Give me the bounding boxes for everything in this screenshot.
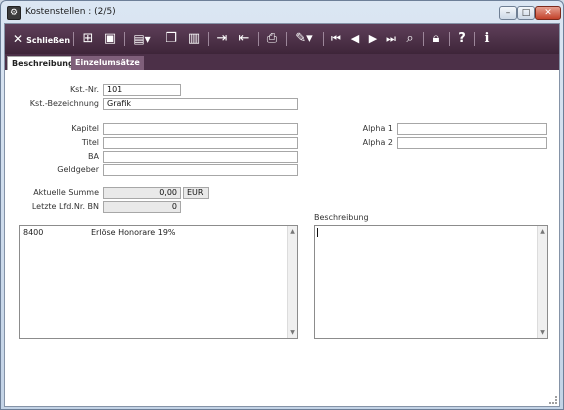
geldgeber-label: Geldgeber [57, 165, 99, 174]
ba-field[interactable] [103, 151, 298, 163]
save-icon[interactable]: ▣ [101, 30, 119, 48]
next-record-icon[interactable]: ▶ [365, 30, 381, 48]
close-button-label: Schließen [26, 36, 71, 45]
toolbar-separator [124, 32, 125, 46]
kapitel-label: Kapitel [71, 124, 99, 133]
toolbar-separator [449, 32, 450, 46]
previous-record-icon[interactable]: ◀ [347, 30, 363, 48]
kst-bezeichnung-field[interactable]: Grafik [103, 98, 298, 110]
aktuelle-summe-label: Aktuelle Summe [33, 188, 99, 197]
kapitel-field[interactable] [103, 123, 298, 135]
client-area: ✕ Schließen ⊞ ▣ ▤▾ ❐ ▥ ⇥ ⇤ ⎙ ✎▾ ⏮ ◀ ▶ ⏭ ⌕… [4, 23, 560, 407]
beschreibung-label: Beschreibung [314, 213, 369, 222]
lock-icon[interactable]: 🔒︎ [428, 30, 444, 48]
toolbar: ✕ Schließen ⊞ ▣ ▤▾ ❐ ▥ ⇥ ⇤ ⎙ ✎▾ ⏮ ◀ ▶ ⏭ ⌕… [5, 24, 559, 54]
geldgeber-field[interactable] [103, 164, 298, 176]
title-bar[interactable]: ⚙ Kostenstellen : (2/5) – □ ✕ [1, 1, 563, 23]
window-title: Kostenstellen : (2/5) [25, 7, 116, 17]
kst-nr-label: Kst.-Nr. [69, 85, 99, 94]
textarea-scrollbar[interactable]: ▲ ▼ [537, 226, 547, 338]
letzte-lfd-nr-field: 0 [103, 201, 181, 213]
export-icon[interactable]: ⇤ [235, 30, 253, 48]
currency-field: EUR [183, 187, 209, 199]
info-icon[interactable]: i [479, 30, 495, 48]
print-icon[interactable]: ⎙ [263, 30, 281, 48]
scroll-up-icon[interactable]: ▲ [538, 228, 547, 235]
tab-einzelumsaetze[interactable]: Einzelumsätze [71, 56, 144, 70]
copy-icon[interactable]: ❐ [162, 30, 180, 48]
titel-label: Titel [81, 138, 99, 147]
beschreibung-textarea[interactable]: ▲ ▼ [314, 225, 548, 339]
toolbar-separator [258, 32, 259, 46]
kst-nr-field[interactable]: 101 [103, 84, 181, 96]
import-icon[interactable]: ⇥ [213, 30, 231, 48]
resize-grip[interactable] [549, 396, 557, 404]
delete-icon[interactable]: ▥ [185, 30, 203, 48]
toolbar-separator [474, 32, 475, 46]
account-list[interactable]: 8400 Erlöse Honorare 19% ▲ ▼ [19, 225, 298, 339]
text-cursor [317, 228, 318, 237]
ba-label: BA [88, 152, 99, 161]
maximize-button[interactable]: □ [517, 6, 535, 20]
attach-icon[interactable]: ✎▾ [291, 30, 317, 48]
tab-bar: Beschreibung Einzelumsätze [5, 54, 559, 70]
toolbar-separator [286, 32, 287, 46]
alpha1-label: Alpha 1 [362, 124, 393, 133]
scroll-down-icon[interactable]: ▼ [538, 329, 547, 336]
alpha2-label: Alpha 2 [362, 138, 393, 147]
close-icon: ✕ [13, 32, 24, 46]
close-window-button[interactable]: ✕ [535, 6, 561, 20]
letzte-lfd-nr-label: Letzte Lfd.Nr. BN [31, 202, 99, 211]
toolbar-separator [73, 32, 74, 46]
aktuelle-summe-field: 0,00 [103, 187, 181, 199]
alpha1-field[interactable] [397, 123, 547, 135]
minimize-button[interactable]: – [499, 6, 517, 20]
toolbar-separator [423, 32, 424, 46]
app-window: ⚙ Kostenstellen : (2/5) – □ ✕ ✕ Schließen… [0, 0, 564, 410]
toolbar-separator [323, 32, 324, 46]
kst-bezeichnung-label: Kst.-Bezeichnung [29, 99, 99, 108]
new-record-icon[interactable]: ⊞ [79, 30, 97, 48]
scroll-up-icon[interactable]: ▲ [288, 228, 297, 235]
list-item-code: 8400 [23, 228, 44, 237]
first-record-icon[interactable]: ⏮ [328, 30, 344, 48]
list-scrollbar[interactable]: ▲ ▼ [287, 226, 297, 338]
search-icon[interactable]: ⌕ [402, 30, 418, 48]
alpha2-field[interactable] [397, 137, 547, 149]
list-item-text: Erlöse Honorare 19% [91, 228, 176, 237]
toolbar-separator [208, 32, 209, 46]
tab-beschreibung[interactable]: Beschreibung [7, 56, 79, 70]
last-record-icon[interactable]: ⏭ [383, 30, 399, 48]
titel-field[interactable] [103, 137, 298, 149]
help-icon[interactable]: ? [454, 30, 470, 48]
document-icon[interactable]: ▤▾ [129, 30, 155, 48]
scroll-down-icon[interactable]: ▼ [288, 329, 297, 336]
close-button[interactable]: ✕ Schließen [13, 30, 71, 48]
app-icon: ⚙ [7, 6, 21, 20]
